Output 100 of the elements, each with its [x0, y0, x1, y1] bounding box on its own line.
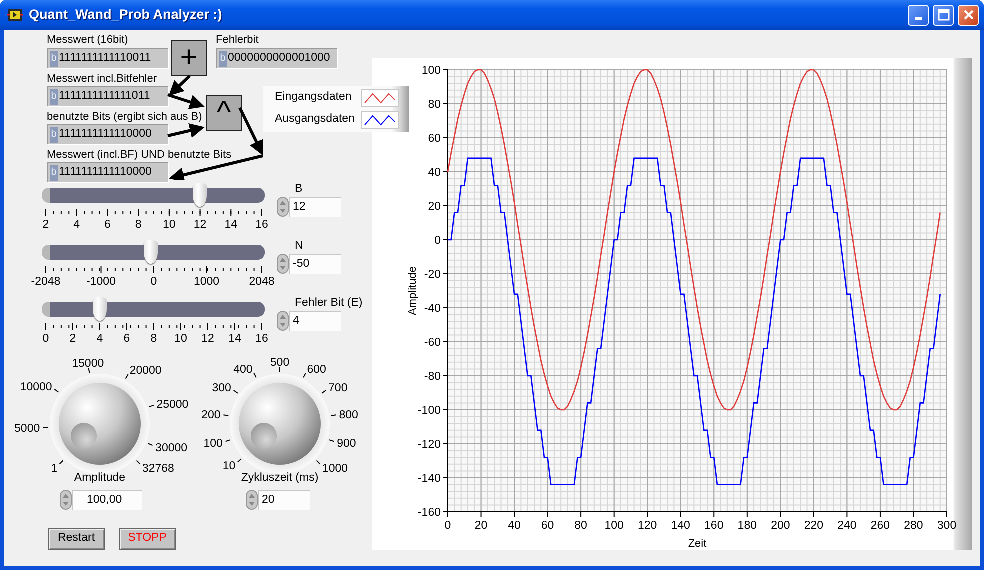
dial-label: 100	[204, 438, 223, 450]
dial-label: 600	[307, 364, 326, 376]
tick-label: 1000	[194, 276, 220, 288]
axis-tick-label: -60	[424, 337, 441, 349]
legend-label: Eingangsdaten	[274, 90, 353, 106]
axis-title: Amplitude	[407, 266, 419, 316]
axis-tick-label: 40	[508, 520, 521, 532]
axis-tick-label: 220	[804, 520, 824, 532]
tick-label: 14	[228, 333, 242, 345]
legend-swatch	[361, 111, 399, 129]
dial-label: 500	[270, 357, 290, 369]
tick-label: 4	[96, 333, 104, 345]
axis-tick-label: -20	[424, 269, 441, 281]
maximize-button[interactable]	[933, 4, 954, 26]
minimize-button[interactable]	[908, 4, 929, 26]
arrow	[168, 123, 205, 138]
minimize-icon	[915, 17, 922, 20]
tick-label: -1000	[86, 276, 116, 288]
indicator-value: 0000000000001000	[228, 50, 330, 66]
app-icon	[7, 7, 23, 23]
number-field[interactable]: 20	[258, 490, 310, 510]
axis-tick-label: 100	[604, 520, 624, 532]
tick-label: 10	[174, 333, 188, 345]
tick-label: 14	[224, 219, 238, 231]
axis-tick-label: 160	[704, 520, 724, 532]
axis-tick-label: 140	[671, 520, 690, 532]
control-label: Fehler Bit (E)	[294, 296, 363, 310]
tick-label: 0	[150, 276, 158, 288]
axis-tick-label: 60	[428, 133, 441, 145]
tick-label: -2048	[31, 276, 61, 288]
axis-tick-label: 240	[838, 520, 857, 532]
dial-label: 200	[202, 409, 221, 422]
dial-label: 400	[234, 364, 253, 376]
radix-label: b	[50, 126, 58, 142]
axis-tick-label: -40	[424, 303, 441, 315]
indicator-label: Messwert (incl.BF) UND benutzte Bits	[47, 148, 232, 162]
axis-tick-label: 300	[937, 520, 957, 532]
axis-tick-label: 120	[638, 520, 658, 532]
knob-label: Amplitude	[74, 472, 126, 484]
axis-tick-label: 80	[428, 99, 441, 111]
spin-buttons[interactable]	[277, 311, 289, 331]
tick-label: 12	[194, 219, 207, 231]
dial-label: 700	[328, 382, 348, 395]
knob-label: Zykluszeit (ms)	[241, 472, 319, 484]
axis-tick-label: 0	[444, 520, 452, 532]
axis-tick-label: 20	[428, 201, 441, 213]
axis-tick-label: 80	[574, 520, 588, 532]
dial-label: 800	[339, 409, 358, 422]
indicator-label: Fehlerbit	[216, 33, 259, 47]
spin-buttons[interactable]	[277, 254, 289, 274]
axis-tick-label: 0	[434, 235, 441, 247]
axis-tick-label: -80	[424, 371, 441, 383]
axis-title: Zeit	[688, 538, 707, 550]
dial-label: 5000	[14, 423, 40, 436]
close-button[interactable]	[958, 4, 979, 26]
dial-label: 10000	[20, 381, 52, 394]
indicator-label: Messwert incl.Bitfehler	[47, 72, 158, 86]
dial-label: 20000	[130, 365, 162, 378]
axis-tick-label: -120	[418, 439, 441, 451]
axis-tick-label: 40	[428, 167, 441, 179]
axis-tick-label: 20	[474, 520, 488, 532]
radix-label: b	[50, 50, 58, 66]
axis-tick-label: -140	[418, 473, 441, 485]
spin-buttons[interactable]	[246, 490, 258, 510]
dial-label: 25000	[156, 398, 189, 411]
tick-label: 10	[163, 219, 176, 231]
axis-tick-label: 60	[541, 520, 554, 532]
control-label: B	[294, 182, 304, 196]
spin-buttons[interactable]	[277, 197, 289, 217]
slider-thumb[interactable]	[144, 240, 158, 264]
number-field[interactable]: 4	[289, 311, 341, 331]
axis-tick-label: 180	[738, 520, 757, 532]
operator-box: ^	[206, 95, 242, 131]
dial-label: 30000	[156, 442, 188, 454]
indicator-value: 1111111111111011	[59, 88, 150, 104]
tick-label: 8	[150, 333, 158, 345]
dial-label: 1000	[322, 462, 348, 475]
axis-tick-label: -160	[418, 507, 441, 519]
close-icon	[962, 9, 974, 21]
dial-label: 300	[212, 382, 232, 395]
indicator-value: 1111111111110000	[59, 164, 152, 180]
slider-thumb[interactable]	[193, 183, 208, 207]
spin-buttons[interactable]	[60, 490, 72, 510]
tick-label: 8	[135, 219, 142, 231]
number-field[interactable]: 100,00	[72, 490, 142, 510]
slider-thumb[interactable]	[93, 297, 107, 321]
axis-tick-label: 280	[904, 520, 924, 532]
indicator-value: 1111111111110011	[59, 50, 152, 66]
dial-label: 900	[337, 438, 356, 450]
control-label: N	[294, 239, 304, 253]
axis-tick-label: 200	[771, 520, 790, 532]
tick-label: 6	[104, 219, 111, 231]
number-field[interactable]: -50	[289, 254, 341, 274]
dial-label: 32768	[142, 462, 174, 475]
tick-label: 12	[202, 333, 214, 345]
restart-button[interactable]: Restart	[48, 528, 105, 550]
slider[interactable]	[42, 183, 265, 207]
radix-label: b	[50, 88, 58, 104]
dial-label: 10	[222, 460, 236, 473]
number-field[interactable]: 12	[289, 197, 341, 217]
